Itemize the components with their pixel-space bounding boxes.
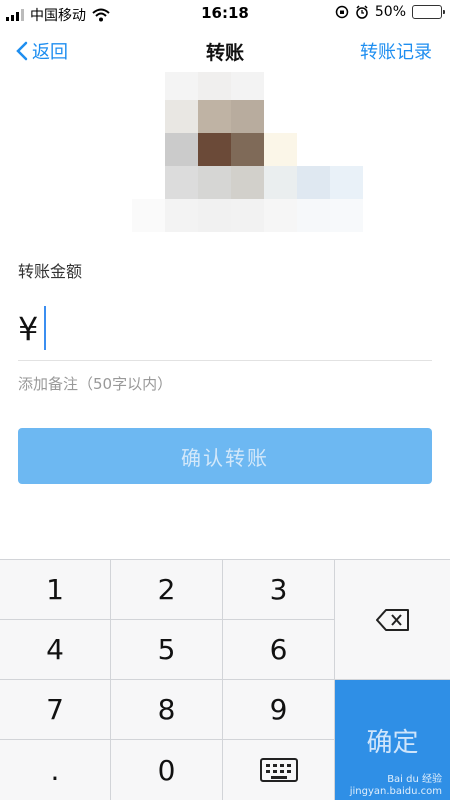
watermark-url: jingyan.baidu.com (349, 786, 442, 797)
status-bar: 中国移动 16:18 50% (0, 0, 450, 26)
battery-icon (412, 5, 445, 19)
keyboard-icon (259, 758, 298, 782)
key-7[interactable]: 7 (0, 680, 110, 739)
add-note-field[interactable]: 添加备注（50字以内） (18, 373, 172, 394)
currency-symbol: ¥ (18, 310, 39, 348)
key-4[interactable]: 4 (0, 620, 110, 679)
hide-keyboard-button[interactable] (223, 740, 334, 800)
alarm-icon (356, 5, 368, 19)
transfer-records-link[interactable]: 转账记录 (360, 38, 432, 64)
confirm-transfer-button[interactable]: 确认转账 (18, 428, 432, 484)
watermark: Bai du 经验 jingyan.baidu.com (350, 774, 442, 798)
nav-bar: 返回 转账 转账记录 (0, 30, 450, 70)
battery-percent: 50% (374, 4, 406, 20)
orientation-lock-icon (335, 5, 349, 19)
amount-divider (18, 360, 432, 361)
watermark-brand: Bai du 经验 (387, 774, 442, 785)
amount-input[interactable] (50, 300, 430, 356)
key-5[interactable]: 5 (111, 620, 222, 679)
key-8[interactable]: 8 (111, 680, 222, 739)
chevron-left-icon (16, 41, 28, 61)
back-button[interactable]: 返回 (16, 38, 68, 64)
key-0[interactable]: 0 (111, 740, 222, 800)
numeric-keypad: 1 2 3 4 5 6 7 8 9 . 0 确定 Bai du 经验 jingy… (0, 559, 450, 800)
recipient-avatar (132, 72, 364, 232)
key-1[interactable]: 1 (0, 560, 110, 619)
delete-key[interactable] (335, 560, 450, 679)
key-6[interactable]: 6 (223, 620, 334, 679)
key-3[interactable]: 3 (223, 560, 334, 619)
key-9[interactable]: 9 (223, 680, 334, 739)
backspace-icon (375, 608, 409, 631)
key-decimal[interactable]: . (0, 740, 110, 800)
status-right: 50% (335, 4, 445, 20)
back-label: 返回 (32, 42, 68, 63)
key-2[interactable]: 2 (111, 560, 222, 619)
text-cursor (44, 306, 46, 350)
amount-label: 转账金额 (18, 262, 83, 281)
